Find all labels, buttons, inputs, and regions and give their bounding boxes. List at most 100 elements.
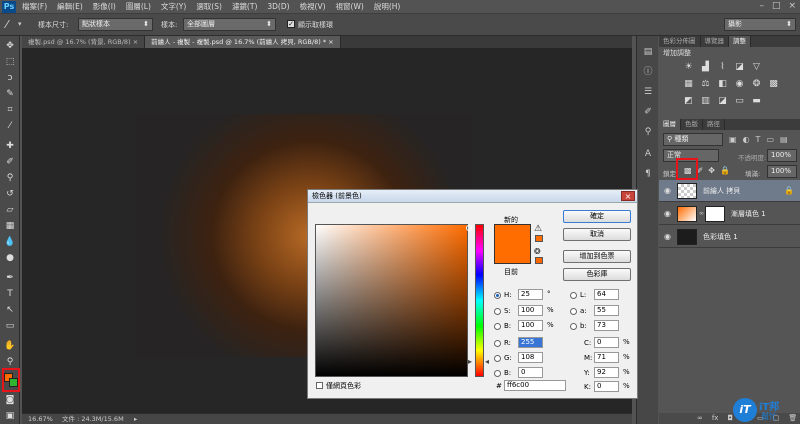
hue-slider-right-arrow-icon[interactable]: ◂	[485, 357, 489, 366]
restore-button[interactable]: □	[772, 1, 781, 11]
color-field[interactable]	[315, 224, 472, 377]
layer-name[interactable]: 色彩填色 1	[703, 232, 738, 242]
threshold-icon[interactable]: ◪	[717, 96, 728, 107]
history-panel-icon[interactable]: ▤	[642, 46, 654, 58]
r-input[interactable]: 255	[518, 337, 543, 348]
black-white-icon[interactable]: ◧	[717, 79, 728, 90]
exposure-icon[interactable]: ◪	[734, 62, 745, 73]
type-filter-icon[interactable]: T	[756, 135, 761, 144]
brush-tool-icon[interactable]: ✐	[4, 156, 16, 168]
lasso-tool-icon[interactable]: ↄ	[4, 72, 16, 84]
y-input[interactable]: 92	[594, 367, 619, 378]
web-only-checkbox[interactable]	[316, 382, 323, 389]
marquee-tool-icon[interactable]: ⬚	[4, 56, 16, 68]
s-radio[interactable]	[494, 308, 501, 315]
hex-input[interactable]: ff6c00	[504, 380, 566, 391]
color-lookup-icon[interactable]: ▩	[768, 79, 779, 90]
b-input[interactable]: 100	[518, 320, 543, 331]
show-ring-checkbox[interactable]: ✓	[287, 20, 295, 28]
layer-name[interactable]: 前繪人 拷貝	[703, 186, 740, 196]
smart-filter-icon[interactable]: ▤	[780, 135, 788, 144]
selective-color-icon[interactable]: ▭	[734, 96, 745, 107]
c-input[interactable]: 0	[594, 337, 619, 348]
pixel-filter-icon[interactable]: ▣	[729, 135, 737, 144]
color-libraries-button[interactable]: 色彩庫	[563, 268, 631, 281]
clone-source-panel-icon[interactable]: ⚲	[642, 126, 654, 138]
k-input[interactable]: 0	[594, 381, 619, 392]
shape-tool-icon[interactable]: ▭	[4, 320, 16, 332]
gradient-tool-icon[interactable]: ▦	[4, 220, 16, 232]
h-radio[interactable]	[494, 292, 501, 299]
lock-position-icon[interactable]: ✥	[708, 166, 715, 175]
tab-histogram[interactable]: 色彩分佈圖	[659, 36, 701, 47]
zoom-tool-icon[interactable]: ⚲	[4, 356, 16, 368]
layer-row[interactable]: ◉ 前繪人 拷貝 🔒	[659, 180, 800, 202]
hand-tool-icon[interactable]: ✋	[4, 340, 16, 352]
l-radio[interactable]	[570, 292, 577, 299]
type-tool-icon[interactable]: T	[4, 288, 16, 300]
brightness-icon[interactable]: ☀	[683, 62, 694, 73]
menu-image[interactable]: 影像(I)	[93, 0, 116, 14]
gamut-swatch[interactable]	[535, 235, 543, 242]
clone-stamp-tool-icon[interactable]: ⚲	[4, 172, 16, 184]
blue-input[interactable]: 0	[518, 367, 543, 378]
posterize-icon[interactable]: ▥	[700, 96, 711, 107]
workspace-select[interactable]: 攝影 ⬍	[724, 18, 796, 31]
tab-channels[interactable]: 色版	[681, 119, 703, 130]
tab-document-2[interactable]: 前繪人 - 複製 - 複製.psd @ 16.7% (前繪人 拷貝, RGB/8…	[145, 36, 341, 48]
photo-filter-icon[interactable]: ◉	[734, 79, 745, 90]
hue-slider-left-arrow-icon[interactable]: ▸	[468, 357, 472, 366]
lock-all-icon[interactable]: 🔒	[720, 166, 730, 175]
lab-b-input[interactable]: 73	[594, 320, 619, 331]
tab-navigator[interactable]: 導覽器	[701, 36, 729, 47]
fx-icon[interactable]: fx	[712, 413, 719, 424]
adjustment-filter-icon[interactable]: ◐	[743, 135, 750, 144]
ok-button[interactable]: 確定	[563, 210, 631, 223]
layer-name[interactable]: 漸層填色 1	[731, 209, 766, 219]
link-layers-icon[interactable]: ∞	[697, 413, 703, 424]
history-brush-tool-icon[interactable]: ↺	[4, 188, 16, 200]
hue-slider[interactable]	[475, 224, 484, 377]
close-button[interactable]: ×	[788, 1, 796, 11]
tab-layers[interactable]: 圖層	[659, 119, 681, 130]
brush-panel-icon[interactable]: ✐	[642, 106, 654, 118]
screen-mode-icon[interactable]: ▣	[4, 410, 16, 422]
menu-layer[interactable]: 圖層(L)	[126, 0, 151, 14]
menu-window[interactable]: 視窗(W)	[336, 0, 364, 14]
quick-select-tool-icon[interactable]: ✎	[4, 88, 16, 100]
menu-edit[interactable]: 編輯(E)	[57, 0, 83, 14]
web-safe-swatch[interactable]	[535, 257, 543, 264]
r-radio[interactable]	[494, 340, 501, 347]
gamut-warning-icon[interactable]: ⚠	[534, 224, 542, 234]
path-select-tool-icon[interactable]: ↖	[4, 304, 16, 316]
web-safe-icon[interactable]: ❂	[534, 247, 541, 256]
eyedropper-icon[interactable]: ⁄	[6, 18, 8, 31]
h-input[interactable]: 25	[518, 289, 543, 300]
dodge-tool-icon[interactable]: ●	[4, 252, 16, 264]
visibility-eye-icon[interactable]: ◉	[664, 186, 671, 195]
visibility-eye-icon[interactable]: ◉	[664, 232, 671, 241]
info-panel-icon[interactable]: ⓘ	[642, 66, 654, 78]
invert-icon[interactable]: ◩	[683, 96, 694, 107]
g-input[interactable]: 108	[518, 352, 543, 363]
s-input[interactable]: 100	[518, 305, 543, 316]
layer-kind-filter[interactable]: ⚲ 種類	[663, 133, 723, 146]
a-input[interactable]: 55	[594, 305, 619, 316]
opacity-field[interactable]: 100%	[767, 149, 797, 162]
layer-mask-thumbnail[interactable]	[705, 206, 725, 222]
sample-select[interactable]: 全部圖層 ⬍	[183, 18, 276, 31]
menu-filter[interactable]: 濾鏡(T)	[232, 0, 257, 14]
blur-tool-icon[interactable]: 💧	[4, 236, 16, 248]
add-to-swatches-button[interactable]: 增加到色票	[563, 250, 631, 263]
curves-icon[interactable]: ⌇	[717, 62, 728, 73]
quick-mask-icon[interactable]: ◙	[4, 394, 16, 406]
gradient-map-icon[interactable]: ▬	[751, 96, 762, 107]
hue-saturation-icon[interactable]: ▦	[683, 79, 694, 90]
menu-type[interactable]: 文字(Y)	[161, 0, 186, 14]
minimize-button[interactable]: –	[759, 1, 764, 11]
l-input[interactable]: 64	[594, 289, 619, 300]
close-icon[interactable]: ×	[621, 191, 635, 201]
cancel-button[interactable]: 取消	[563, 228, 631, 241]
crop-tool-icon[interactable]: ⌗	[4, 104, 16, 116]
character-panel-icon[interactable]: A	[642, 148, 654, 160]
